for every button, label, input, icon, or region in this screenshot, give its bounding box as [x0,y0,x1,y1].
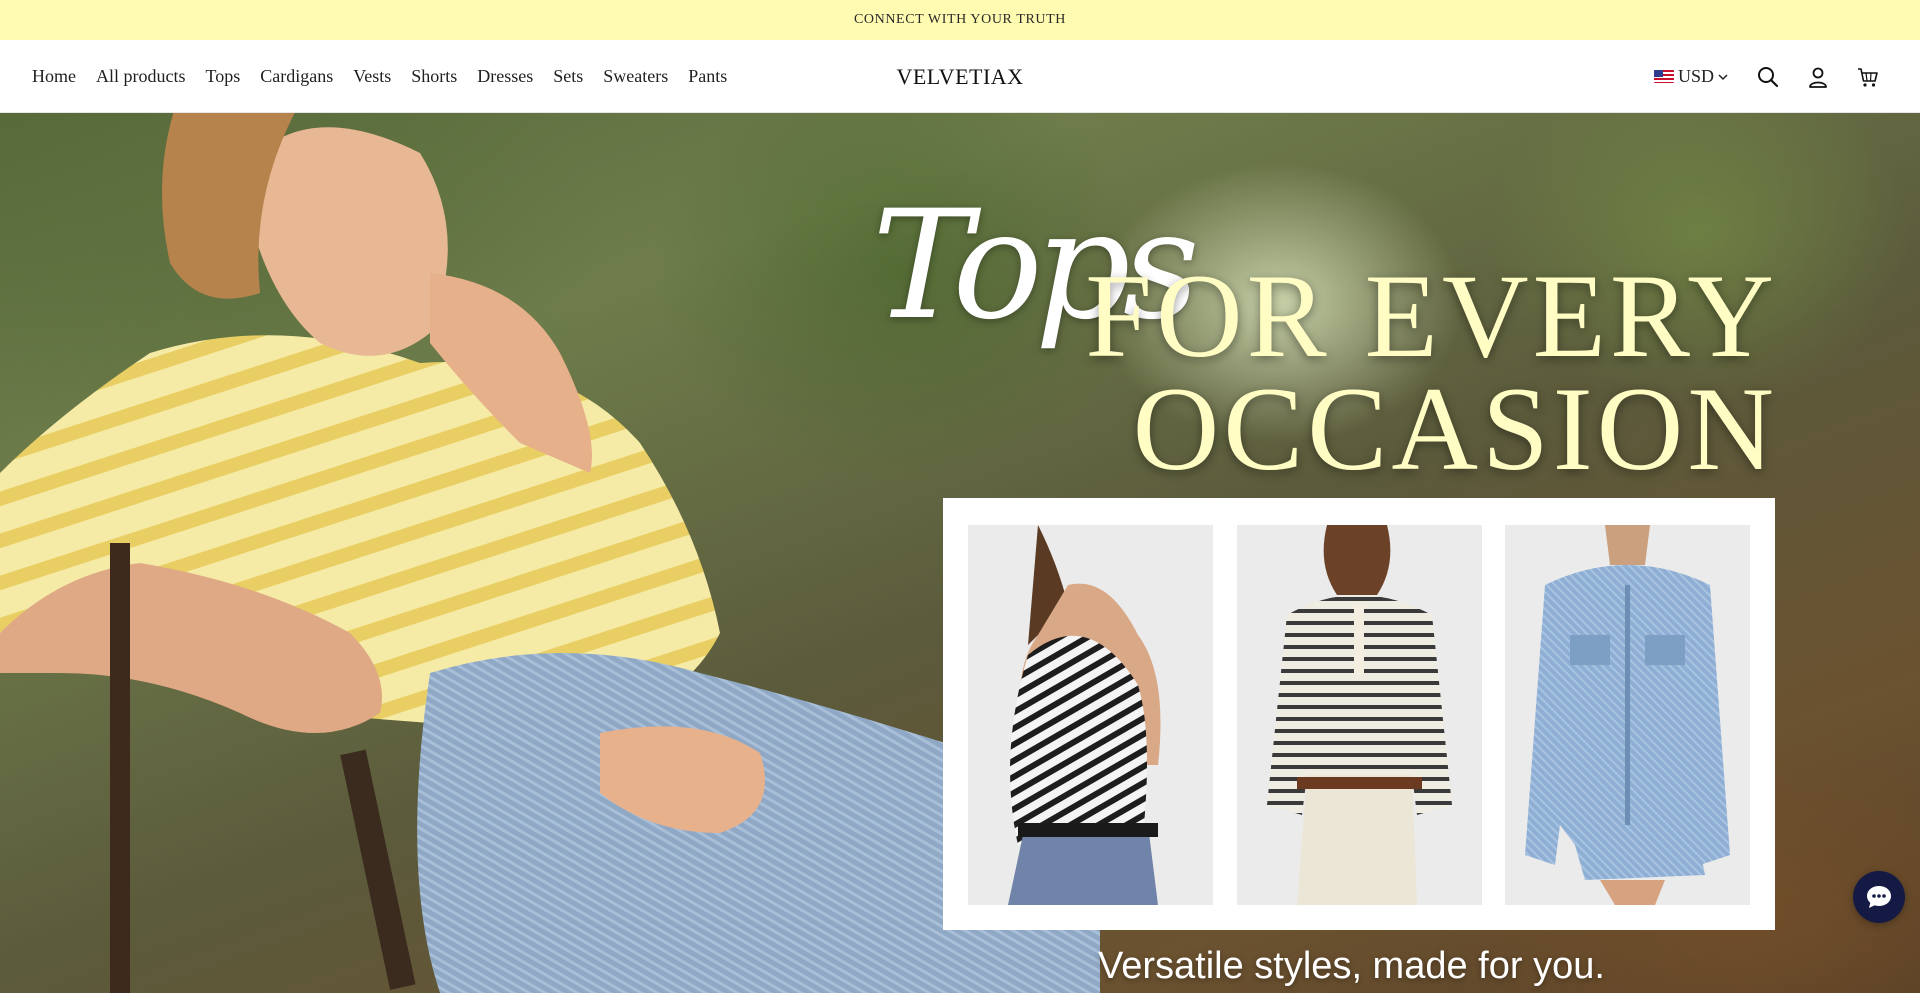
nav-item-sets[interactable]: Sets [553,66,583,87]
nav-item-tops[interactable]: Tops [206,66,241,87]
site-header: Home All products Tops Cardigans Vests S… [0,40,1920,113]
hero-tagline: Versatile styles, made for you. [1098,945,1605,987]
chat-bubble-icon[interactable] [1853,871,1905,923]
nav-item-home[interactable]: Home [32,66,76,87]
search-icon[interactable] [1756,65,1780,89]
hero-banner[interactable]: Tops FOR EVERY OCCASION Versatile styles… [0,113,1920,993]
nav-item-cardigans[interactable]: Cardigans [260,66,333,87]
featured-products-panel [943,498,1775,930]
cart-icon[interactable] [1856,65,1880,89]
product-image-striped-henley-top[interactable] [1237,525,1482,905]
nav-item-vests[interactable]: Vests [353,66,391,87]
announcement-bar: CONNECT WITH YOUR TRUTH [0,0,1920,40]
nav-item-sweaters[interactable]: Sweaters [603,66,668,87]
nav-item-pants[interactable]: Pants [688,66,727,87]
product-image-striped-one-shoulder-top[interactable] [968,525,1213,905]
account-icon[interactable] [1806,65,1830,89]
product-image-denim-shirt-dress[interactable] [1505,525,1750,905]
nav-item-dresses[interactable]: Dresses [477,66,533,87]
announcement-text: CONNECT WITH YOUR TRUTH [853,12,1066,27]
site-logo[interactable]: VELVETIAX [860,40,1060,113]
main-nav: Home All products Tops Cardigans Vests S… [32,40,747,113]
currency-label: USD [1677,66,1714,86]
chevron-down-icon [1718,73,1728,80]
us-flag-icon [1653,70,1674,83]
header-actions: USD [1653,40,1880,113]
headline-line-1: FOR EVERY [1085,249,1778,382]
nav-item-shorts[interactable]: Shorts [411,66,457,87]
nav-item-all-products[interactable]: All products [96,66,186,87]
headline-line-2: OCCASION [1132,362,1778,495]
currency-selector[interactable]: USD [1653,66,1730,87]
